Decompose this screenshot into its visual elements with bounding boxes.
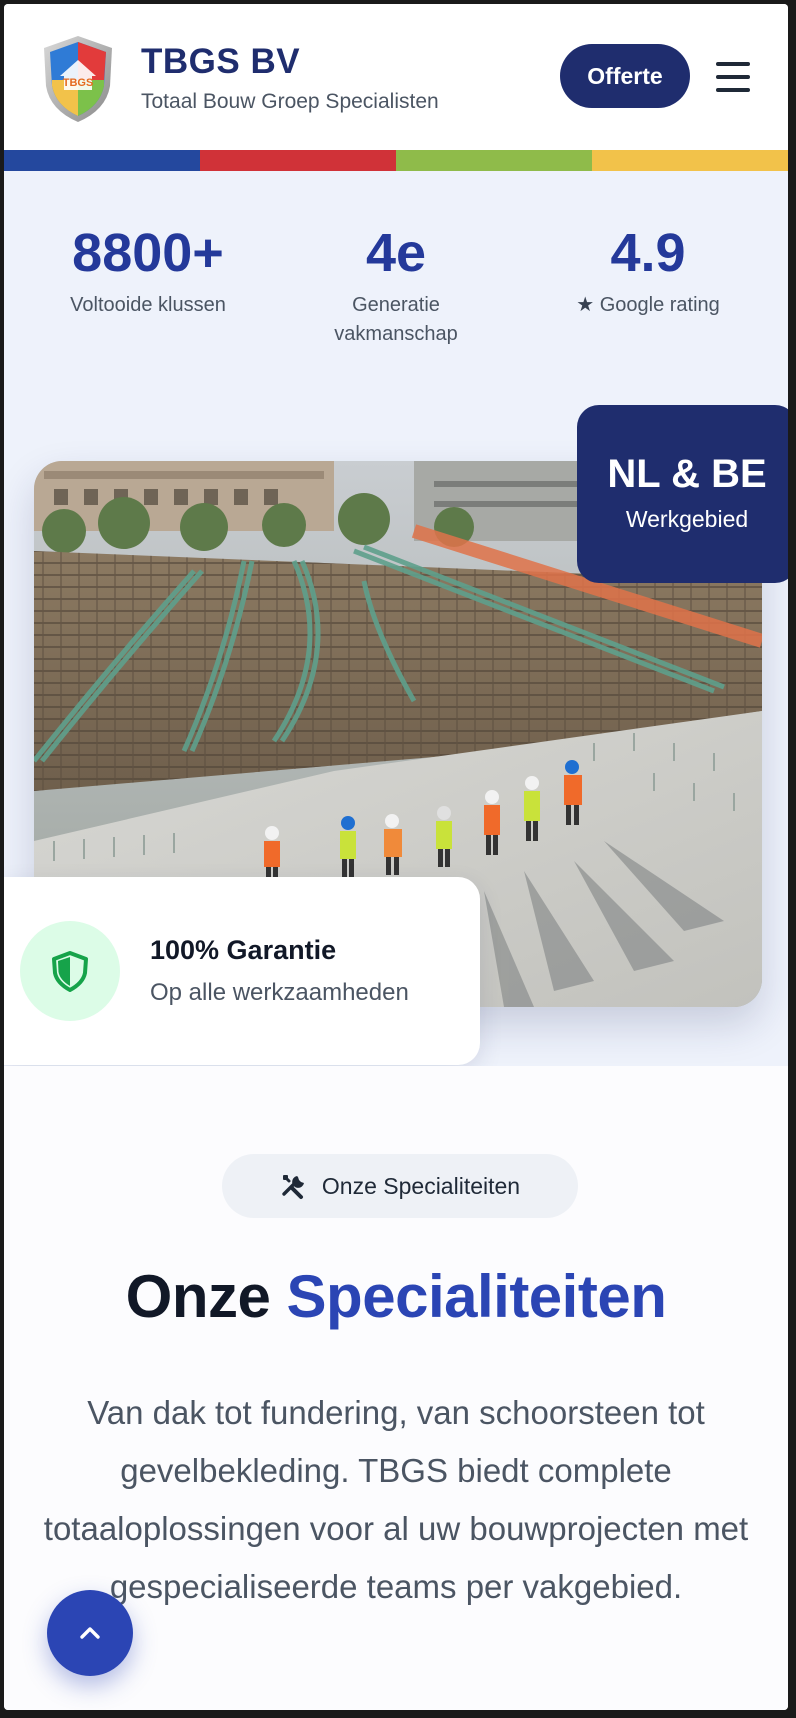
star-icon: ★ xyxy=(576,294,595,316)
section-title: Onze Specialiteiten xyxy=(4,1262,788,1331)
specialties-pill-label: Onze Specialiteiten xyxy=(321,1172,521,1199)
stat-generation: 4e Generatie vakmanschap xyxy=(266,221,526,349)
brand-stripe-red xyxy=(200,150,396,171)
brand-stripe-blue xyxy=(4,150,200,171)
page: TBGS TBGS BV Totaal Bouw Groep Specialis… xyxy=(4,4,788,1710)
brand-stripe-green xyxy=(396,150,592,171)
tools-icon xyxy=(282,1175,304,1199)
svg-text:TBGS: TBGS xyxy=(63,77,94,89)
guarantee-card: 100% Garantie Op alle werkzaamheden xyxy=(4,877,480,1065)
specialties-pill: Onze Specialiteiten xyxy=(222,1154,578,1218)
stat-google-rating: 4.9 ★ Google rating xyxy=(518,221,778,320)
brand-subtitle: Totaal Bouw Groep Specialisten xyxy=(141,90,439,113)
brand-stripe-yellow xyxy=(592,150,788,171)
site-header: TBGS TBGS BV Totaal Bouw Groep Specialis… xyxy=(4,4,788,150)
logo[interactable]: TBGS xyxy=(40,34,116,124)
stat-label: Voltooide klussen xyxy=(70,294,226,316)
guarantee-title: 100% Garantie xyxy=(150,935,337,965)
region-badge: NL & BE Werkgebied xyxy=(577,405,788,583)
stat-value: 4.9 xyxy=(610,223,686,283)
section-title-prefix: Onze xyxy=(125,1263,271,1330)
guarantee-subtitle: Op alle werkzaamheden xyxy=(150,979,409,1006)
hamburger-menu-icon[interactable] xyxy=(716,62,750,92)
section-description: Van dak tot fundering, van schoorsteen t… xyxy=(43,1394,749,1605)
stat-value: 8800+ xyxy=(72,223,224,283)
scroll-to-top-button[interactable] xyxy=(47,1590,133,1676)
stat-value: 4e xyxy=(365,223,427,283)
stat-label: Google rating xyxy=(599,294,720,316)
offerte-button[interactable]: Offerte xyxy=(560,44,690,108)
region-title: NL & BE xyxy=(607,452,767,496)
section-title-accent: Specialiteiten xyxy=(286,1263,667,1330)
stat-label-row: ★ Google rating xyxy=(518,291,778,320)
guarantee-icon-circle xyxy=(20,921,120,1021)
hero-section: 8800+ Voltooide klussen 4e Generatie vak… xyxy=(4,171,788,1066)
shield-icon xyxy=(52,951,88,992)
chevron-up-icon xyxy=(80,1627,100,1639)
brand-name: TBGS BV xyxy=(141,42,301,81)
stat-completed-jobs: 8800+ Voltooide klussen xyxy=(18,221,278,320)
region-subtitle: Werkgebied xyxy=(625,506,749,532)
stat-label: Generatie vakmanschap xyxy=(334,294,458,345)
